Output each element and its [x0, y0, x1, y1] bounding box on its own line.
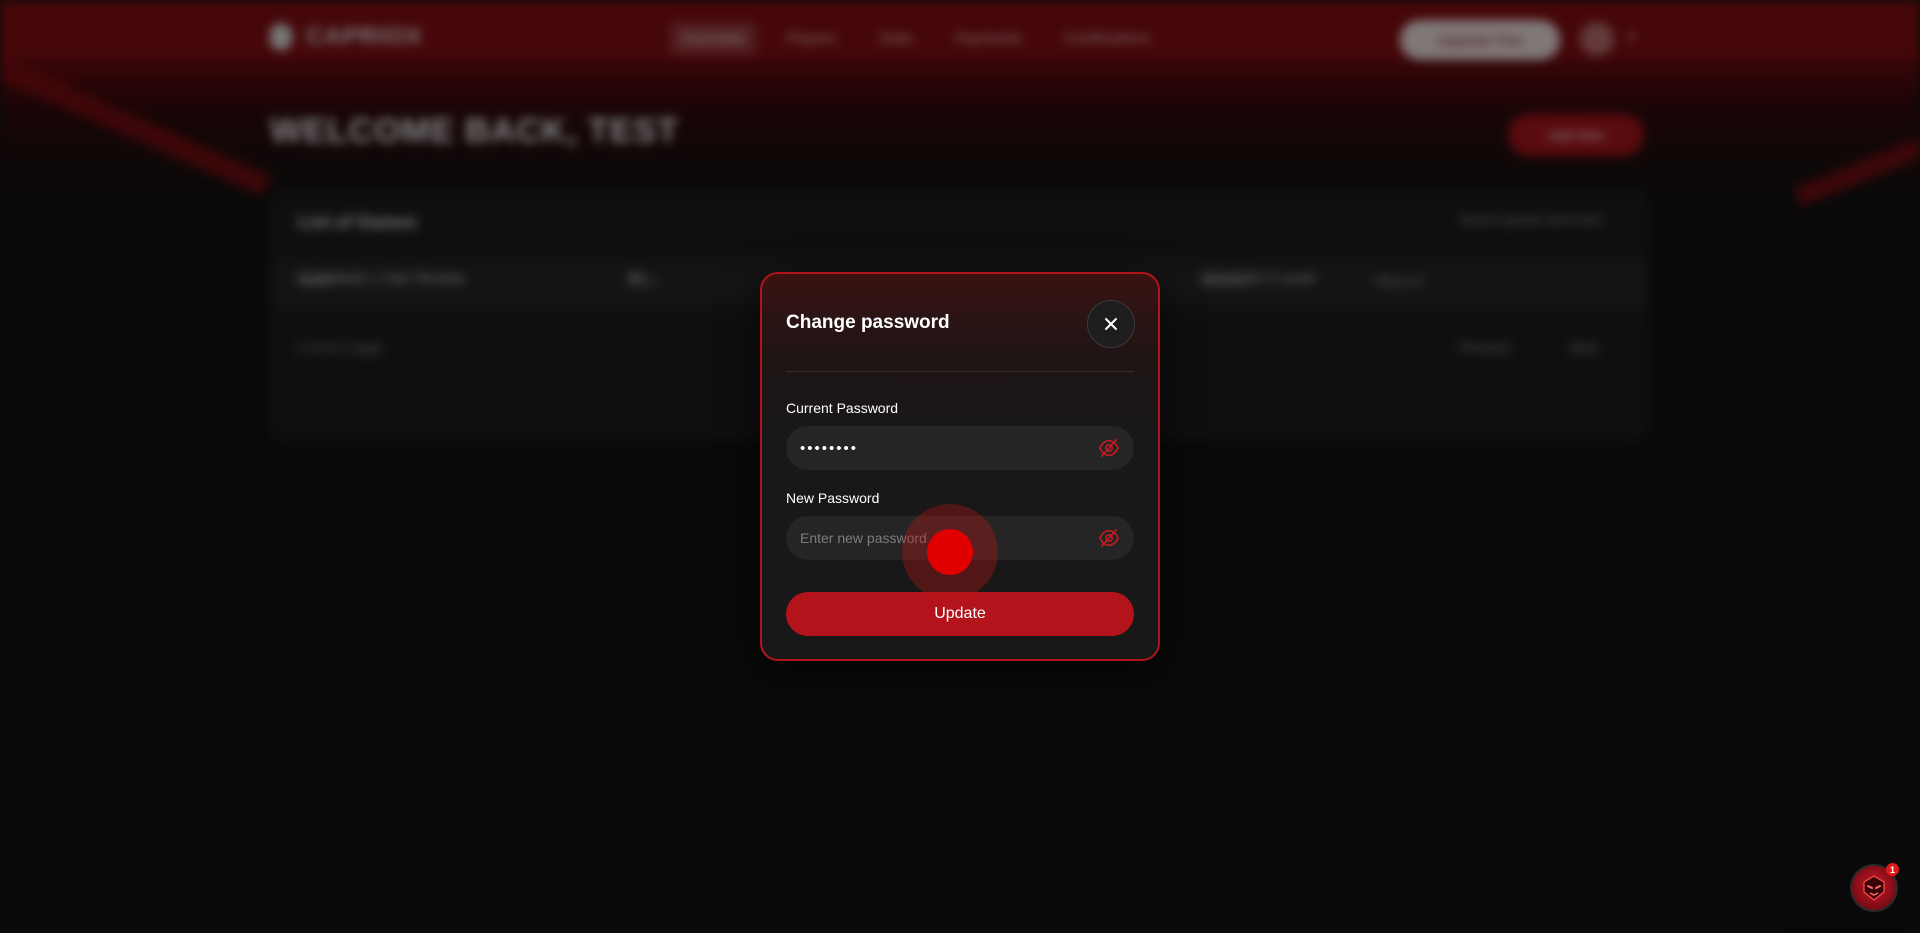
header-divider: [786, 371, 1134, 372]
eye-off-icon[interactable]: [1098, 528, 1120, 548]
eye-off-icon[interactable]: [1098, 438, 1120, 458]
assistant-mascot-icon: [1863, 875, 1885, 901]
new-password-label: New Password: [786, 490, 880, 506]
modal-title: Change password: [786, 312, 950, 333]
current-password-label: Current Password: [786, 400, 899, 416]
change-password-modal: Change password Current Password New Pas…: [760, 272, 1160, 661]
close-button[interactable]: [1087, 300, 1135, 348]
notification-badge: 1: [1886, 863, 1899, 876]
current-password-input[interactable]: [800, 426, 1080, 470]
click-indicator-dot: [927, 529, 973, 575]
close-icon: [1105, 318, 1117, 330]
current-password-field-wrapper: [786, 426, 1134, 470]
